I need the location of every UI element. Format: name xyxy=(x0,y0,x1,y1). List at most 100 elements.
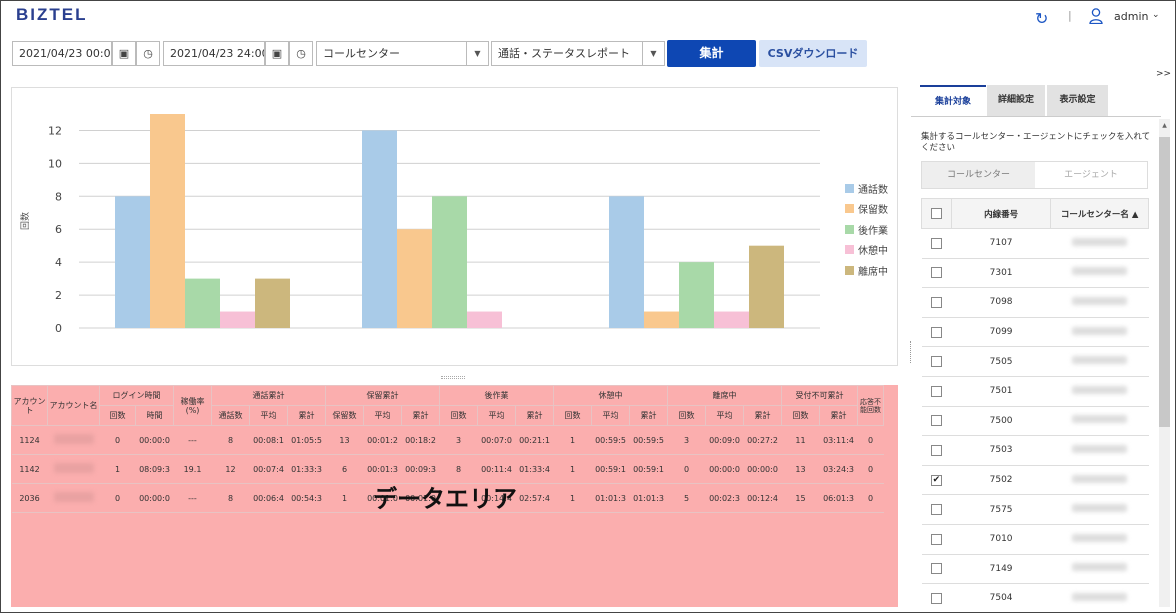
checkbox[interactable] xyxy=(930,504,942,516)
list-item[interactable]: ✔ 7502 xyxy=(921,465,1149,496)
select-all-checkbox[interactable] xyxy=(930,208,942,219)
chart-legend: 通話数 保留数 後作業休憩中離席中 xyxy=(845,178,888,281)
report-type-select[interactable]: 通話・ステータスレポート ▼ xyxy=(491,41,665,66)
list-item[interactable]: 7301 xyxy=(921,258,1149,289)
sub-header[interactable]: 累計 xyxy=(287,405,326,426)
sub-header[interactable]: 累計 xyxy=(515,405,554,426)
checkbox[interactable] xyxy=(930,237,942,249)
table-cell: 5 xyxy=(667,483,706,513)
checked-checkbox[interactable]: ✔ xyxy=(930,474,942,486)
sub-header[interactable]: 平均 xyxy=(363,405,402,426)
col-login-time[interactable]: ログイン時間 xyxy=(99,385,174,406)
legend-item[interactable]: 離席中 xyxy=(845,260,888,281)
list-item[interactable]: 7107 xyxy=(921,228,1149,259)
checkbox[interactable] xyxy=(930,385,942,397)
sub-header[interactable]: 累計 xyxy=(401,405,440,426)
csv-download-button[interactable]: CSVダウンロード xyxy=(759,40,867,67)
call-center-select[interactable]: コールセンター ▼ xyxy=(316,41,489,66)
sub-header[interactable]: 回数 xyxy=(439,405,478,426)
list-item[interactable]: 7099 xyxy=(921,317,1149,348)
col-away[interactable]: 離席中 xyxy=(667,385,782,406)
legend-swatch xyxy=(845,204,854,214)
sub-header[interactable]: 回数 xyxy=(553,405,592,426)
list-item[interactable]: 7505 xyxy=(921,346,1149,377)
call-center-name-cell xyxy=(1050,258,1149,289)
tab-aggregation-target[interactable]: 集計対象 xyxy=(920,85,986,116)
aggregate-button[interactable]: 集計 xyxy=(667,40,756,67)
clock-icon[interactable]: ◷ xyxy=(136,41,160,66)
calendar-icon[interactable]: ▣ xyxy=(112,41,136,66)
legend-item[interactable]: 休憩中 xyxy=(845,240,888,261)
call-center-name-cell xyxy=(1050,317,1149,348)
end-datetime-input[interactable]: 2021/04/23 24:00 xyxy=(163,41,265,66)
sub-header[interactable]: 平均 xyxy=(249,405,288,426)
scrollbar-thumb[interactable] xyxy=(1159,137,1170,427)
list-item[interactable]: 7575 xyxy=(921,494,1149,525)
sub-header[interactable]: 回数 xyxy=(99,405,136,426)
list-item[interactable]: 7149 xyxy=(921,554,1149,585)
table-cell: 3 xyxy=(667,425,706,455)
checkbox[interactable] xyxy=(930,326,942,338)
checkbox[interactable] xyxy=(930,563,942,575)
sub-header[interactable]: 累計 xyxy=(819,405,858,426)
sub-header[interactable]: 通話数 xyxy=(211,405,250,426)
redacted-name xyxy=(1072,385,1128,394)
col-break[interactable]: 休憩中 xyxy=(553,385,668,406)
col-aftercall[interactable]: 後作業 xyxy=(439,385,554,406)
col-calls[interactable]: 通話累計 xyxy=(211,385,326,406)
sub-header[interactable]: 平均 xyxy=(591,405,630,426)
sub-header[interactable]: 平均 xyxy=(477,405,516,426)
chevron-down-icon[interactable]: ⌄ xyxy=(1152,10,1160,20)
checkbox[interactable] xyxy=(930,415,942,427)
checkbox-cell xyxy=(921,287,952,318)
select-all-header[interactable] xyxy=(921,198,952,229)
sub-header[interactable]: 保留数 xyxy=(325,405,364,426)
checkbox[interactable] xyxy=(930,592,942,604)
list-item[interactable]: 7010 xyxy=(921,524,1149,555)
col-unanswered[interactable]: 応答不能回数 xyxy=(857,385,884,426)
list-item[interactable]: 7503 xyxy=(921,435,1149,466)
col-call-center-name[interactable]: コールセンター名 ▲ xyxy=(1050,198,1149,229)
legend-item[interactable]: 通話数 xyxy=(845,178,888,199)
clock-icon[interactable]: ◷ xyxy=(289,41,313,66)
col-occupancy[interactable]: 稼働率(%) xyxy=(173,385,212,426)
list-item[interactable]: 7501 xyxy=(921,376,1149,407)
expand-panel-toggle[interactable]: >> xyxy=(1156,69,1171,79)
legend-item[interactable]: 後作業 xyxy=(845,219,888,240)
user-name[interactable]: admin xyxy=(1114,10,1148,23)
list-item[interactable]: 7504 xyxy=(921,583,1149,612)
checkbox[interactable] xyxy=(930,296,942,308)
col-hold[interactable]: 保留累計 xyxy=(325,385,440,406)
checkbox[interactable] xyxy=(930,533,942,545)
tab-display-settings[interactable]: 表示設定 xyxy=(1047,85,1108,116)
col-account[interactable]: アカウント xyxy=(11,385,48,426)
sub-header[interactable]: 時間 xyxy=(135,405,174,426)
segment-agent[interactable]: エージェント xyxy=(1035,162,1147,188)
refresh-icon[interactable]: ↻ xyxy=(1035,9,1048,28)
sub-header[interactable]: 累計 xyxy=(629,405,668,426)
table-cell: 00:21:1 xyxy=(515,425,554,455)
scroll-up-icon[interactable]: ▲ xyxy=(1159,122,1170,132)
checkbox[interactable] xyxy=(930,267,942,279)
table-cell: 03:11:4 xyxy=(819,425,858,455)
tab-detail-settings[interactable]: 詳細設定 xyxy=(987,85,1045,116)
account-name-cell xyxy=(47,425,100,455)
col-account-name[interactable]: アカウント名 xyxy=(47,385,100,426)
checkbox[interactable] xyxy=(930,444,942,456)
checkbox[interactable] xyxy=(930,356,942,368)
legend-label: 休憩中 xyxy=(858,246,888,258)
start-datetime-input[interactable]: 2021/04/23 00:00 xyxy=(12,41,112,66)
calendar-icon[interactable]: ▣ xyxy=(265,41,289,66)
sub-header[interactable]: 回数 xyxy=(781,405,820,426)
list-item[interactable]: 7098 xyxy=(921,287,1149,318)
user-icon[interactable] xyxy=(1089,8,1103,24)
list-item[interactable]: 7500 xyxy=(921,406,1149,437)
sub-header[interactable]: 平均 xyxy=(705,405,744,426)
segment-call-center[interactable]: コールセンター xyxy=(922,162,1035,188)
sub-header[interactable]: 回数 xyxy=(667,405,706,426)
resize-handle[interactable] xyxy=(441,376,465,379)
legend-item[interactable]: 保留数 xyxy=(845,199,888,220)
sub-header[interactable]: 累計 xyxy=(743,405,782,426)
col-extension[interactable]: 内線番号 xyxy=(950,198,1052,229)
col-refused[interactable]: 受付不可累計 xyxy=(781,385,858,406)
